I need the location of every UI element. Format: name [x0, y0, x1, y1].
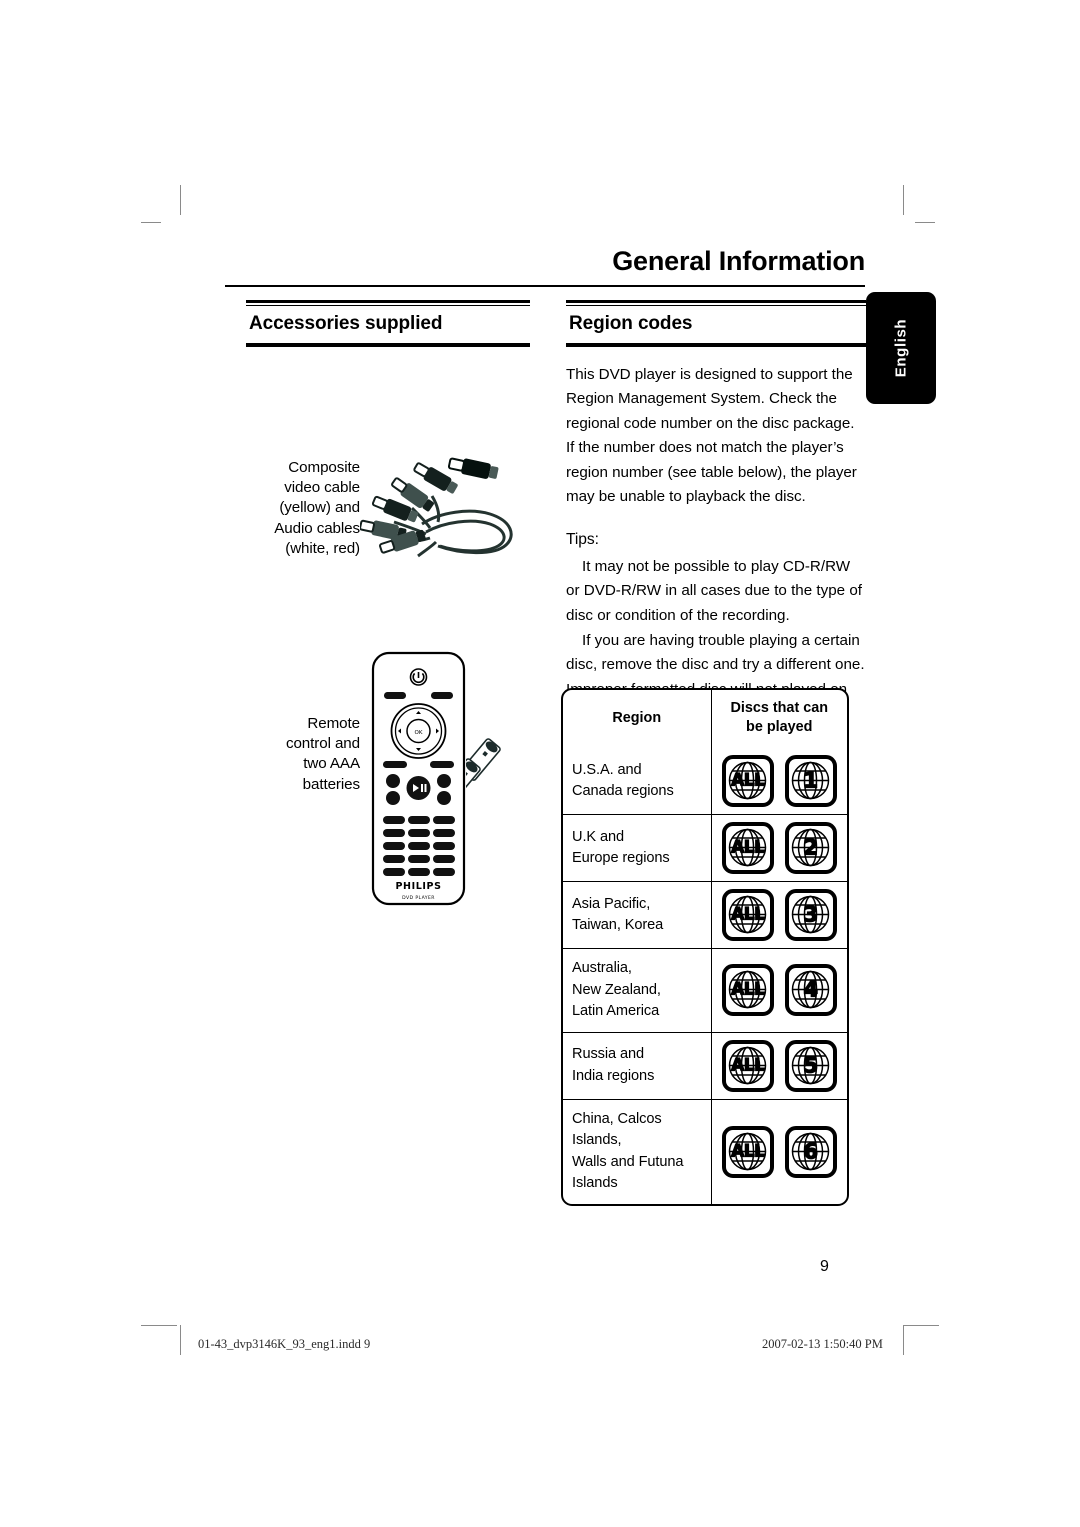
table-header-row: Region Discs that can be played	[563, 690, 847, 748]
table-row: Russia and India regions ALL 5	[563, 1031, 848, 1099]
table-header-discs: Discs that can be played	[730, 700, 829, 735]
tip-item: It may not be possible to play CD-R/RW o…	[566, 557, 863, 625]
region-name-cell: Russia and India regions	[563, 1031, 712, 1099]
globe-number-icon: 1	[784, 755, 837, 807]
discs-cell: ALL 3	[711, 881, 848, 949]
table-header-region: Region	[563, 690, 712, 748]
crop-mark-bottom-right-vertical	[903, 1325, 904, 1355]
globe-all-icon: ALL	[721, 964, 774, 1017]
accessories-heading-text: Accessories supplied	[249, 313, 443, 334]
discs-cell: ALL 5	[711, 1031, 848, 1099]
discs-cell: ALL 4	[711, 948, 848, 1032]
disc-icon-group: ALL 4	[712, 964, 848, 1017]
heading-rule-top-thick	[246, 300, 530, 303]
disc-icon-group: ALL 2	[712, 822, 848, 874]
table-row: U.S.A. and Canada regions ALL 1	[563, 748, 847, 815]
region-intro-paragraph: This DVD player is designed to support t…	[566, 366, 857, 506]
crop-mark-top-left-horizontal	[141, 222, 161, 223]
globe-label: ALL	[730, 979, 765, 1000]
globe-label: ALL	[730, 904, 765, 925]
globe-all-icon: ALL	[721, 822, 774, 874]
region-name-cell: Asia Pacific, Taiwan, Korea	[563, 881, 712, 949]
remote-control-illustration: OK PHILIPS DVD PLAYER	[371, 651, 466, 906]
region-codes-table: Region Discs that can be played U.S.A. a…	[561, 688, 849, 1206]
globe-number-icon: 5	[784, 1039, 837, 1092]
svg-text:PHILIPS: PHILIPS	[395, 881, 441, 892]
globe-label: ALL	[730, 1055, 765, 1075]
globe-label: 2	[803, 835, 819, 860]
globe-label: 5	[803, 1053, 819, 1077]
accessory-caption-cables: Composite video cable (yellow) and Audio…	[274, 459, 360, 557]
globe-all-icon: ALL	[721, 1039, 774, 1092]
globe-all-icon: ALL	[721, 889, 774, 941]
disc-icon-group: ALL 3	[712, 889, 848, 941]
globe-number-icon: 6	[784, 1125, 837, 1178]
globe-label: 4	[803, 977, 819, 1002]
page-number: 9	[820, 1258, 829, 1275]
language-tab-english: English	[866, 292, 936, 404]
crop-mark-top-left-vertical	[180, 185, 181, 215]
region-name-cell: Australia, New Zealand, Latin America	[563, 948, 712, 1032]
crop-mark-top-right-vertical	[903, 185, 904, 215]
left-column: Accessories supplied	[246, 300, 530, 347]
discs-cell: ALL 6	[711, 1098, 848, 1204]
section-heading-accessories: Accessories supplied	[246, 300, 530, 347]
globe-label: 6	[803, 1139, 819, 1163]
globe-label: 1	[803, 768, 819, 793]
globe-label: 3	[803, 902, 819, 927]
disc-icon-group: ALL 5	[712, 1039, 848, 1092]
footer-timestamp: 2007-02-13 1:50:40 PM	[762, 1337, 883, 1351]
page-title-rule	[225, 285, 865, 287]
globe-number-icon: 3	[784, 889, 837, 941]
svg-text:DVD PLAYER: DVD PLAYER	[402, 895, 435, 901]
page-title: General Information	[612, 246, 865, 276]
tips-label: Tips:	[566, 531, 599, 549]
table-row: Asia Pacific, Taiwan, Korea ALL 3	[563, 881, 848, 949]
table-body: U.S.A. and Canada regions ALL 1 U.K and …	[563, 748, 847, 1204]
right-column: Region codes This DVD player is designed…	[566, 300, 866, 727]
section-heading-region-codes: Region codes	[566, 300, 866, 347]
heading-rule-bottom-thick	[246, 344, 530, 347]
table-row: Australia, New Zealand, Latin America AL…	[563, 948, 848, 1032]
disc-icon-group: ALL 1	[712, 755, 848, 807]
table-row: U.K and Europe regions ALL 2	[563, 814, 848, 882]
disc-icon-group: ALL 6	[712, 1125, 848, 1178]
region-heading-rule-bottom-thick	[566, 344, 866, 347]
region-name-cell: U.K and Europe regions	[563, 814, 712, 882]
region-codes-heading-text: Region codes	[569, 313, 693, 334]
region-table-element: Region Discs that can be played U.S.A. a…	[563, 690, 847, 1204]
region-name-cell: U.S.A. and Canada regions	[563, 748, 712, 815]
region-heading-rule-top-thick	[566, 300, 866, 303]
aaa-batteries-illustration	[441, 736, 528, 812]
accessory-caption-remote: Remote control and two AAA batteries	[285, 715, 360, 793]
globe-label: ALL	[730, 770, 765, 791]
language-tab-label: English	[892, 318, 910, 378]
table-row: China, Calcos Islands, Walls and Futuna …	[563, 1098, 848, 1204]
crop-mark-bottom-left-vertical	[180, 1325, 181, 1355]
crop-mark-top-right-horizontal	[915, 222, 935, 223]
region-name-cell: China, Calcos Islands, Walls and Futuna …	[563, 1098, 712, 1204]
globe-all-icon: ALL	[721, 1125, 774, 1178]
discs-cell: ALL 1	[711, 748, 847, 815]
globe-label: ALL	[730, 837, 765, 858]
svg-text:OK: OK	[415, 730, 423, 736]
globe-number-icon: 2	[784, 822, 837, 874]
discs-cell: ALL 2	[711, 814, 848, 882]
region-codes-body: This DVD player is designed to support t…	[566, 363, 866, 553]
globe-number-icon: 4	[784, 964, 837, 1017]
globe-all-icon: ALL	[721, 755, 774, 807]
footer-filename: 01-43_dvp3146K_93_eng1.indd 9	[198, 1337, 371, 1351]
crop-mark-bottom-left-horizontal	[141, 1325, 177, 1326]
globe-label: ALL	[730, 1141, 765, 1161]
av-cables-illustration	[359, 452, 530, 580]
crop-mark-bottom-right-horizontal	[903, 1325, 939, 1326]
